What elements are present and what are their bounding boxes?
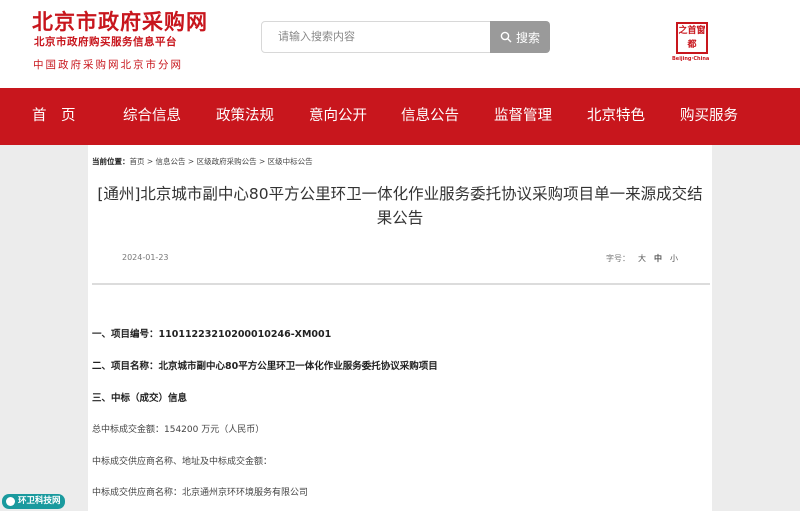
article-date: 2024-01-23 bbox=[122, 253, 169, 262]
capital-seal-logo: 之首 窗都 bbox=[676, 22, 708, 54]
article-line-supplier-heading: 中标成交供应商名称、地址及中标成交金额： bbox=[92, 457, 273, 467]
article-line-award-heading: 三、中标（成交）信息 bbox=[92, 393, 188, 404]
nav-item-policy[interactable]: 政策法规 bbox=[216, 88, 274, 145]
main-nav: 首 页 综合信息 政策法规 意向公开 信息公告 监督管理 北京特色 购买服务 bbox=[0, 88, 800, 145]
article-line-project-number: 一、项目编号：11011223210200010246-XM001 bbox=[92, 329, 332, 340]
search-button[interactable]: 搜索 bbox=[490, 21, 550, 53]
site-logo-subtitle: 北京市政府购买服务信息平台 bbox=[34, 36, 177, 48]
font-size-label: 字号： bbox=[606, 254, 630, 263]
search-input[interactable]: 请输入搜索内容 bbox=[261, 21, 491, 53]
watermark-text: 环卫科技网 bbox=[18, 496, 61, 506]
seal-caption: Beijing·China bbox=[672, 56, 710, 62]
article-title: [通州]北京城市副中心80平方公里环卫一体化作业服务委托协议采购项目单一来源成交… bbox=[97, 185, 703, 227]
nav-item-supervision[interactable]: 监督管理 bbox=[494, 88, 552, 145]
site-logo-subtitle-2: 中国政府采购网北京市分网 bbox=[33, 59, 183, 71]
breadcrumb: 当前位置：首页 > 信息公告 > 区级政府采购公告 > 区级中标公告 bbox=[92, 156, 313, 167]
breadcrumb-label: 当前位置： bbox=[92, 157, 130, 166]
nav-item-general-info[interactable]: 综合信息 bbox=[123, 88, 181, 145]
article-line-project-name: 二、项目名称：北京城市副中心80平方公里环卫一体化作业服务委托协议采购项目 bbox=[92, 361, 438, 372]
title-divider bbox=[92, 283, 710, 285]
site-header: 北京市政府采购网 北京市政府购买服务信息平台 中国政府采购网北京市分网 请输入搜… bbox=[0, 0, 800, 88]
watermark-icon bbox=[6, 497, 15, 506]
breadcrumb-path[interactable]: 首页 > 信息公告 > 区级政府采购公告 > 区级中标公告 bbox=[130, 157, 313, 166]
watermark-badge: 环卫科技网 bbox=[2, 494, 65, 509]
nav-item-purchase-services[interactable]: 购买服务 bbox=[680, 88, 738, 145]
font-size-switcher: 字号： 大 中 小 bbox=[606, 253, 678, 264]
article-page: 当前位置：首页 > 信息公告 > 区级政府采购公告 > 区级中标公告 [通州]北… bbox=[88, 145, 712, 511]
nav-item-intent[interactable]: 意向公开 bbox=[309, 88, 367, 145]
font-size-medium[interactable]: 中 bbox=[654, 253, 662, 264]
nav-item-beijing-features[interactable]: 北京特色 bbox=[587, 88, 645, 145]
site-logo-title[interactable]: 北京市政府采购网 bbox=[32, 6, 208, 36]
nav-item-announcements[interactable]: 信息公告 bbox=[401, 88, 459, 145]
font-size-large[interactable]: 大 bbox=[638, 253, 646, 264]
article-line-total-amount: 总中标成交金额：154200 万元（人民币） bbox=[92, 425, 265, 435]
font-size-small[interactable]: 小 bbox=[670, 253, 678, 264]
search-button-label: 搜索 bbox=[515, 30, 540, 45]
search-icon bbox=[500, 31, 512, 43]
article-line-supplier-name: 中标成交供应商名称：北京通州京环环境服务有限公司 bbox=[92, 488, 309, 498]
nav-item-home[interactable]: 首 页 bbox=[32, 88, 76, 145]
